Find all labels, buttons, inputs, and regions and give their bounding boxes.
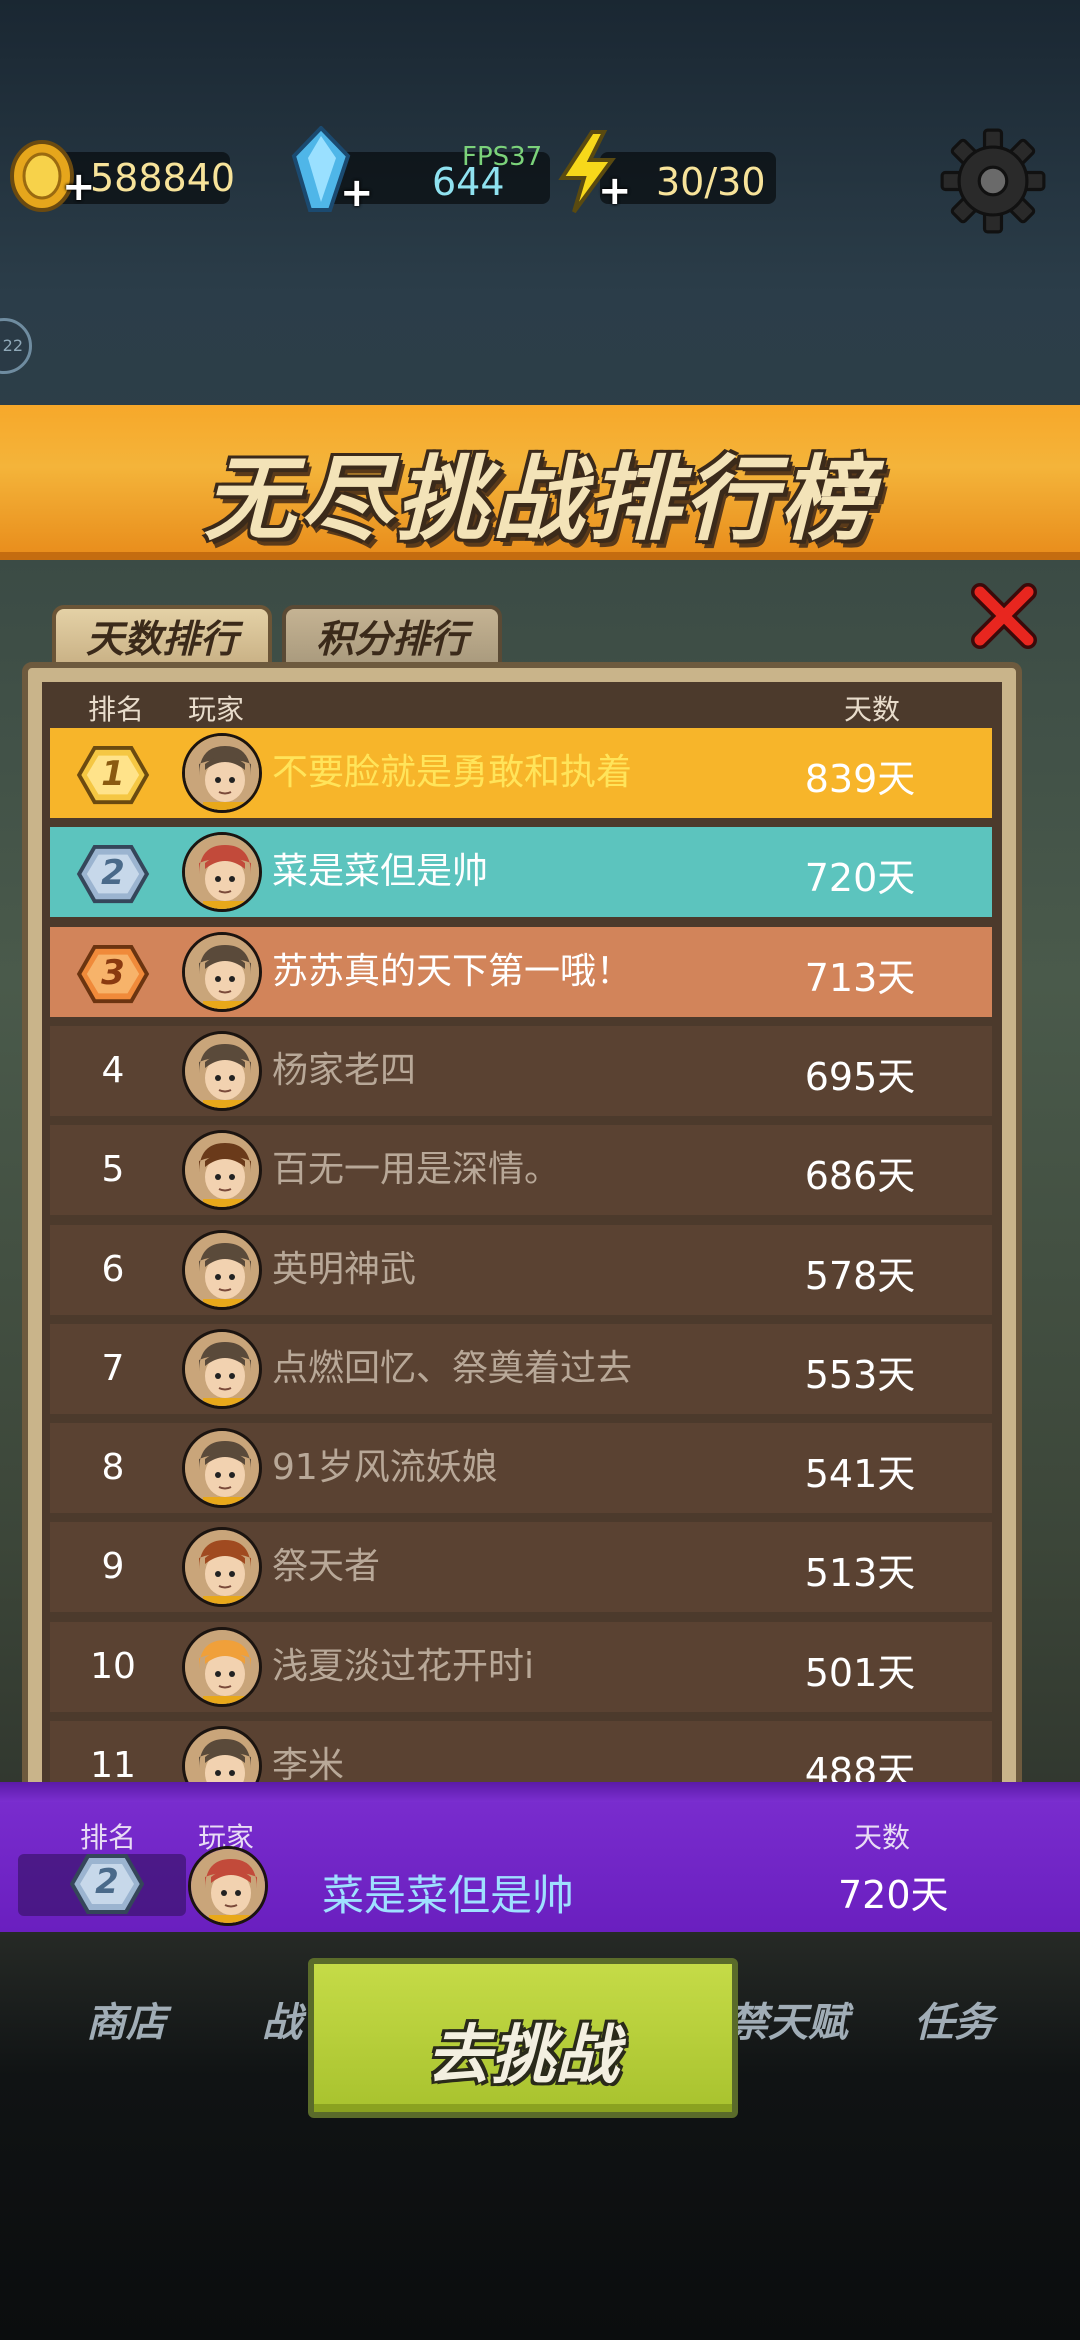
table-row[interactable]: 5 百无一用是深情。 686天	[50, 1125, 992, 1216]
tab-score-ranking[interactable]: 积分排行	[282, 605, 502, 665]
my-player-name: 菜是菜但是帅	[322, 1871, 575, 1920]
rank-medal-icon: 2	[76, 843, 150, 905]
player-name: 祭天者	[272, 1546, 381, 1588]
days-value: 553天	[804, 1352, 916, 1397]
nav-tasks[interactable]: 任务	[914, 1990, 994, 2048]
table-row[interactable]: 10 浅夏淡过花开时ⅰ 501天	[50, 1621, 992, 1712]
days-value: 513天	[804, 1551, 916, 1596]
avatar	[182, 1328, 262, 1409]
avatar	[182, 1428, 262, 1509]
gold-value: 588840	[90, 156, 236, 200]
days-value: 695天	[804, 1054, 916, 1099]
tab-days-ranking[interactable]: 天数排行	[52, 605, 272, 665]
nav-shop[interactable]: 商店	[86, 1990, 166, 2048]
energy-plus-icon[interactable]: +	[598, 171, 632, 211]
player-name: 浅夏淡过花开时ⅰ	[272, 1645, 535, 1687]
rank-number: 3	[101, 952, 125, 993]
days-value: 839天	[804, 757, 916, 801]
go-challenge-button[interactable]: 去挑战	[308, 1958, 738, 2118]
settings-gear-icon[interactable]	[940, 128, 1046, 234]
avatar	[182, 1229, 262, 1310]
table-row[interactable]: 4 杨家老四 695天	[50, 1025, 992, 1116]
days-value: 541天	[804, 1452, 916, 1497]
rank-medal-icon: 1	[76, 744, 150, 806]
avatar	[182, 733, 262, 813]
days-value: 501天	[804, 1650, 916, 1695]
my-header-rank: 排名	[80, 1821, 137, 1854]
gem-plus-icon[interactable]: +	[340, 173, 374, 213]
player-name: 菜是菜但是帅	[272, 851, 489, 893]
player-name: 点燃回忆、祭奠着过去	[272, 1347, 633, 1389]
rank-number: 1	[101, 754, 125, 794]
my-avatar	[188, 1846, 268, 1926]
nav-talent[interactable]: 禁天赋	[728, 1990, 848, 2048]
player-name: 91岁风流妖娘	[272, 1447, 498, 1489]
column-header-player: 玩家	[188, 693, 245, 726]
rank-number: 6	[101, 1248, 125, 1290]
avatar	[182, 931, 262, 1012]
column-header-rank: 排名	[88, 693, 145, 726]
rank-number: 9	[101, 1546, 125, 1588]
player-name: 百无一用是深情。	[272, 1149, 561, 1191]
player-name: 英明神武	[272, 1248, 417, 1290]
column-header-days: 天数	[844, 693, 901, 726]
nav-battle[interactable]: 战	[262, 1990, 302, 2048]
avatar	[182, 832, 262, 913]
days-value: 578天	[804, 1253, 916, 1298]
rank-number: 7	[101, 1347, 125, 1389]
background-top	[0, 0, 1080, 420]
days-value: 713天	[804, 955, 916, 1000]
rank-number: 4	[101, 1049, 125, 1091]
player-name: 杨家老四	[272, 1049, 417, 1091]
avatar	[182, 1130, 262, 1211]
table-row[interactable]: 2 菜是菜但是帅 720天	[50, 827, 992, 918]
energy-value: 30/30	[656, 160, 766, 204]
avatar	[182, 1626, 262, 1707]
player-name: 不要脸就是勇敢和执着	[272, 752, 633, 793]
rank-number: 8	[101, 1447, 125, 1489]
table-row[interactable]: 9 祭天者 513天	[50, 1522, 992, 1613]
table-row[interactable]: 8 91岁风流妖娘 541天	[50, 1423, 992, 1514]
gold-plus-icon[interactable]: +	[62, 167, 96, 207]
rank-number: 10	[90, 1645, 136, 1687]
title-banner: 无尽挑战排行榜	[0, 405, 1080, 560]
player-name: 苏苏真的天下第一哦！	[272, 950, 633, 992]
avatar	[182, 1030, 262, 1111]
table-row[interactable]: 6 英明神武 578天	[50, 1224, 992, 1315]
table-row[interactable]: 3 苏苏真的天下第一哦！ 713天	[50, 926, 992, 1017]
my-days: 720天	[838, 1873, 949, 1917]
days-value: 720天	[804, 856, 916, 901]
close-icon[interactable]	[964, 576, 1044, 656]
rank-medal-icon: 3	[76, 943, 150, 1005]
rank-number: 2	[101, 853, 125, 894]
go-challenge-label: 去挑战	[427, 2019, 619, 2093]
my-medal: 2	[69, 1852, 145, 1916]
avatar	[182, 1527, 262, 1608]
my-medal-number: 2	[95, 1862, 119, 1902]
page-title: 无尽挑战排行榜	[203, 446, 876, 553]
my-header-days: 天数	[854, 1821, 911, 1854]
rank-number: 5	[101, 1149, 125, 1191]
days-value: 686天	[804, 1154, 916, 1199]
fps-counter: FPS37	[462, 142, 543, 172]
table-row[interactable]: 7 点燃回忆、祭奠着过去 553天	[50, 1323, 992, 1414]
table-row[interactable]: 1 不要脸就是勇敢和执着 839天	[50, 728, 992, 818]
